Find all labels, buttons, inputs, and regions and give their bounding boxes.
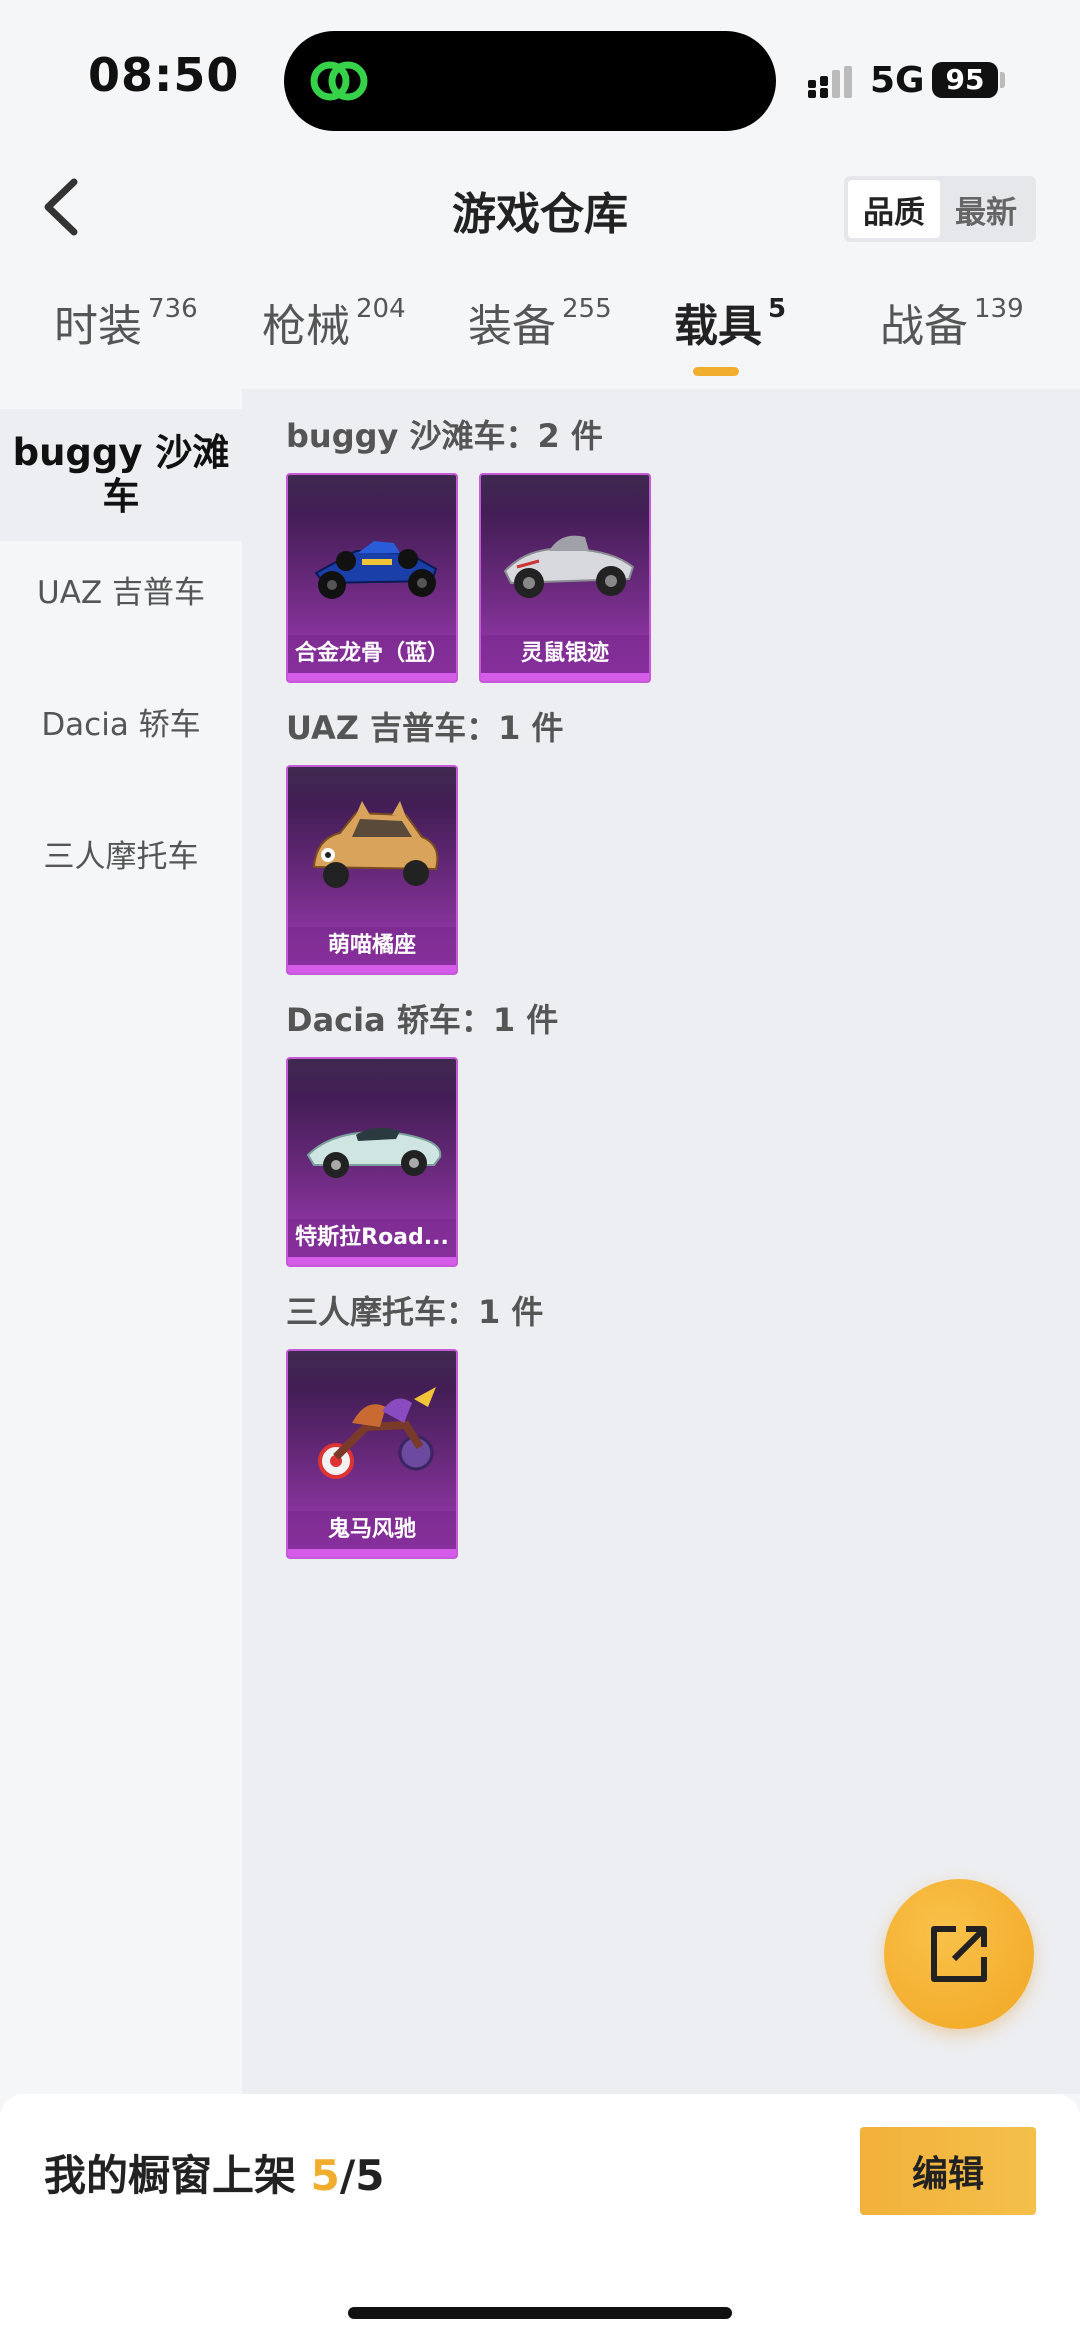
item-card[interactable]: 特斯拉Road... [286, 1057, 458, 1267]
showcase-status: 我的橱窗上架 5/5 [44, 2142, 384, 2203]
tab-equipment[interactable]: 装备 255 [468, 290, 612, 380]
quality-bar [288, 1257, 456, 1265]
home-indicator[interactable] [348, 2307, 732, 2319]
sidebar-item-uaz[interactable]: UAZ 吉普车 [0, 567, 242, 612]
sidebar: buggy 沙滩车 UAZ 吉普车 Dacia 轿车 三人摩托车 [0, 389, 242, 2094]
sidebar-item-buggy[interactable]: buggy 沙滩车 [0, 409, 242, 541]
buggy-icon [503, 535, 635, 598]
group-title: Dacia 轿车：1 件 [286, 1001, 559, 1039]
tab-count: 736 [148, 294, 198, 324]
tab-fashion[interactable]: 时装 736 [54, 290, 198, 380]
item-name: 特斯拉Road... [288, 1219, 456, 1257]
tab-label: 载具 [674, 301, 762, 352]
item-list: buggy 沙滩车：2 件 合金龙骨（蓝） 灵鼠银迹 UAZ 吉普车：1 件 萌… [242, 389, 1080, 2094]
dynamic-island [284, 31, 776, 131]
showcase-current: 5 [310, 2151, 340, 2200]
showcase-total: /5 [339, 2151, 385, 2200]
category-tabs: 时装 736 枪械 204 装备 255 载具 5 战备 139 [0, 290, 1080, 390]
roadster-icon [306, 1127, 442, 1178]
motorbike-icon [318, 1387, 436, 1479]
tab-label: 装备 [468, 301, 556, 352]
network-label: 5G [870, 60, 925, 101]
tab-count: 5 [768, 294, 787, 324]
tab-count: 139 [974, 294, 1024, 324]
race-car-icon [314, 541, 438, 599]
sort-newest-button[interactable]: 最新 [940, 180, 1032, 238]
quality-bar [481, 673, 649, 681]
group-title: buggy 沙滩车：2 件 [286, 417, 603, 455]
tab-count: 204 [356, 294, 406, 324]
sort-quality-button[interactable]: 品质 [848, 180, 940, 238]
quality-bar [288, 1549, 456, 1557]
battery-icon: 95 [932, 62, 998, 98]
edit-button[interactable]: 编辑 [860, 2127, 1036, 2215]
tab-label: 枪械 [262, 301, 350, 352]
item-card[interactable]: 合金龙骨（蓝） [286, 473, 458, 683]
quality-bar [288, 965, 456, 973]
status-bar: 08:50 5G 95 [0, 0, 1080, 150]
group-title: 三人摩托车：1 件 [286, 1293, 544, 1331]
tab-count: 255 [562, 294, 612, 324]
item-card[interactable]: 鬼马风驰 [286, 1349, 458, 1559]
chain-link-icon [310, 61, 368, 101]
item-card[interactable]: 灵鼠银迹 [479, 473, 651, 683]
item-name: 合金龙骨（蓝） [288, 635, 456, 673]
battery-tip [1000, 72, 1005, 88]
active-tab-indicator [693, 367, 739, 376]
item-name: 灵鼠银迹 [481, 635, 649, 673]
item-name: 鬼马风驰 [288, 1511, 456, 1549]
item-card[interactable]: 萌喵橘座 [286, 765, 458, 975]
group-title: UAZ 吉普车：1 件 [286, 709, 564, 747]
showcase-label: 我的橱窗上架 [44, 2151, 311, 2200]
share-button[interactable] [884, 1879, 1034, 2029]
quality-bar [288, 673, 456, 681]
tab-tactical[interactable]: 战备 139 [880, 290, 1024, 380]
signal-icon [808, 66, 852, 98]
share-icon [931, 1926, 987, 1982]
sort-toggle: 品质 最新 [844, 176, 1036, 242]
cat-car-icon [312, 801, 439, 888]
tab-guns[interactable]: 枪械 204 [262, 290, 406, 380]
bottom-bar: 我的橱窗上架 5/5 编辑 [0, 2094, 1080, 2341]
tab-label: 战备 [880, 301, 968, 352]
item-name: 萌喵橘座 [288, 927, 456, 965]
status-time: 08:50 [88, 48, 240, 102]
sidebar-item-motorbike[interactable]: 三人摩托车 [0, 831, 242, 876]
tab-label: 时装 [54, 301, 142, 352]
sidebar-item-dacia[interactable]: Dacia 轿车 [0, 699, 242, 744]
